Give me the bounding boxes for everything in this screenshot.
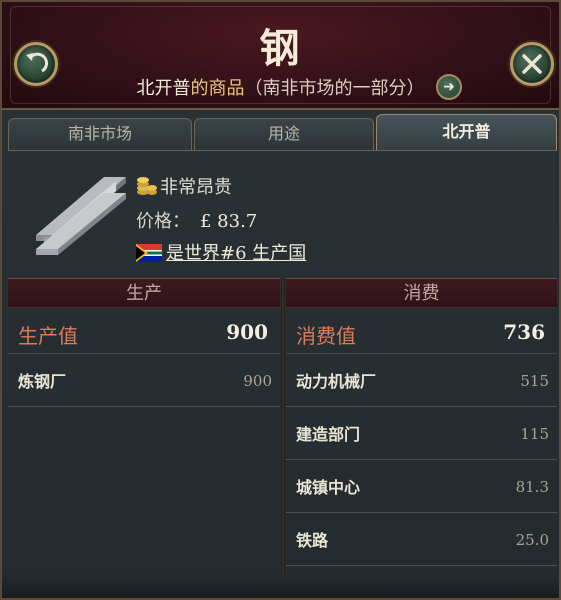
panel-footer <box>2 576 559 598</box>
go-to-market-button[interactable]: ➜ <box>436 74 462 100</box>
building-name: 建造部门 <box>296 425 361 444</box>
subtitle-market-text: （南非市场的一部分） <box>244 78 425 99</box>
price-line: 价格： £ 83.7 <box>136 207 257 233</box>
building-value: 25.0 <box>515 531 549 549</box>
building-value: 81.3 <box>515 478 549 496</box>
production-total: 生产值 900 <box>8 308 280 354</box>
consumption-total: 消费值 736 <box>286 308 557 354</box>
production-total-value: 900 <box>226 320 268 344</box>
consumption-row-construction-sector[interactable]: 建造部门 115 <box>286 407 557 460</box>
column-divider <box>281 278 285 578</box>
subtitle-owner-link[interactable]: 北开普 <box>137 78 191 99</box>
building-value: 115 <box>520 425 549 443</box>
page-subtitle: 北开普的商品（南非市场的一部分） <box>2 74 559 100</box>
south-africa-flag-icon <box>136 244 162 262</box>
production-row-steel-mill[interactable]: 炼钢厂 900 <box>8 354 280 407</box>
gold-coins-icon <box>137 177 157 195</box>
page-title: 钢 <box>259 25 302 72</box>
production-header: 生产 <box>8 278 280 308</box>
consumption-row-motor-industry[interactable]: 动力机械厂 515 <box>286 354 557 407</box>
price-level-text: 非常昂贵 <box>160 177 232 198</box>
consumption-total-label: 消费值 <box>296 324 356 348</box>
consumption-total-value: 736 <box>503 320 545 344</box>
price-label: 价格： <box>136 211 190 232</box>
tab-usage[interactable]: 用途 <box>194 118 374 150</box>
building-name: 铁路 <box>296 531 329 550</box>
close-button[interactable] <box>510 42 554 86</box>
panel-header: 钢 北开普的商品（南非市场的一部分） ➜ <box>2 2 559 110</box>
consumption-header: 消费 <box>286 278 557 308</box>
building-name: 炼钢厂 <box>18 372 67 391</box>
subtitle-goods-text: 的商品 <box>190 78 245 99</box>
world-rank-line[interactable]: 是世界#6 生产国 <box>136 239 306 265</box>
goods-panel: 钢 北开普的商品（南非市场的一部分） ➜ 南非市场 用途 北开普 非常昂贵 价格… <box>0 0 561 600</box>
building-name: 动力机械厂 <box>296 372 377 391</box>
steel-beam-icon <box>36 177 126 255</box>
world-rank-link[interactable]: 是世界#6 生产国 <box>166 243 306 264</box>
close-icon <box>522 54 542 74</box>
consumption-row-railway[interactable]: 铁路 25.0 <box>286 513 557 566</box>
tab-northern-cape[interactable]: 北开普 <box>376 114 557 150</box>
production-column: 生产 生产值 900 炼钢厂 900 <box>8 278 280 578</box>
production-total-label: 生产值 <box>18 324 78 348</box>
building-value: 515 <box>520 372 549 390</box>
price-value: £ 83.7 <box>200 211 258 232</box>
building-name: 城镇中心 <box>296 478 361 497</box>
consumption-column: 消费 消费值 736 动力机械厂 515 建造部门 115 城镇中心 81.3 … <box>286 278 557 578</box>
tab-south-africa-market[interactable]: 南非市场 <box>8 118 192 150</box>
building-value: 900 <box>243 372 272 390</box>
goods-info: 非常昂贵 价格： £ 83.7 是世界#6 生产国 <box>8 150 557 278</box>
tab-bar: 南非市场 用途 北开普 <box>8 114 557 150</box>
price-level: 非常昂贵 <box>136 173 232 199</box>
consumption-row-urban-center[interactable]: 城镇中心 81.3 <box>286 460 557 513</box>
arrow-right-icon: ➜ <box>443 79 455 95</box>
